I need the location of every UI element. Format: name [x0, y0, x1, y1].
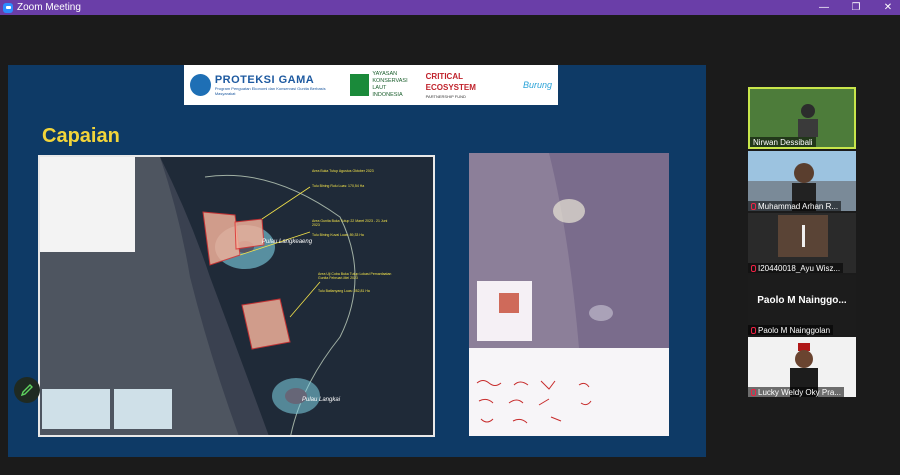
mic-muted-icon: [751, 264, 756, 272]
map-label-island1: Pulau Langkeaeng: [262, 239, 313, 245]
participant-tile[interactable]: Paolo M Nainggo... Paolo M Nainggolan: [748, 275, 856, 335]
slide-heading: Capaian: [42, 125, 120, 147]
participant-placeholder-name: Paolo M Nainggo...: [757, 295, 847, 306]
window-title: Zoom Meeting: [17, 2, 81, 13]
close-button[interactable]: ✕: [882, 2, 894, 14]
participant-tile[interactable]: Nirwan Dessibali: [748, 87, 856, 149]
signed-document-image: [469, 153, 669, 436]
map-drawing: [40, 157, 433, 435]
burung-logo: Burung: [522, 80, 552, 90]
mic-muted-icon: [751, 202, 756, 210]
participant-name: Nirwan Dessibali: [750, 137, 816, 147]
proteksi-gama-logo: PROTEKSI GAMA Program Penguatan Ekonomi …: [190, 74, 340, 96]
cepf-logo: CRITICAL ECOSYSTEM PARTNERSHIP FUND: [425, 71, 476, 99]
restore-button[interactable]: ❐: [850, 2, 862, 14]
map-callout-1: Area Buka Tutup Agustus Oktober 2023: [312, 169, 374, 173]
meeting-stage: PROTEKSI GAMA Program Penguatan Ekonomi …: [0, 15, 900, 475]
participant-gallery: Nirwan Dessibali Muhammad Arhan R... I20…: [748, 87, 860, 397]
map-callout-3b: Tulu Batlanyang Luas: 282,81 Ha: [318, 289, 370, 293]
minimize-button[interactable]: —: [818, 2, 830, 14]
participant-name: I20440018_Ayu Wisz...: [748, 263, 844, 273]
ykl-logo: YAYASAN KONSERVASI LAUT INDONESIA: [350, 71, 415, 99]
pencil-icon: [20, 384, 33, 397]
participant-name: Paolo M Nainggolan: [748, 325, 834, 335]
proteksi-logo-icon: [190, 74, 211, 96]
participant-tile[interactable]: I20440018_Ayu Wisz...: [748, 213, 856, 273]
map-callout-3: Area Uji Coba Buka Tutup Lokasi Pemanfaa…: [318, 272, 392, 280]
mic-muted-icon: [751, 388, 756, 396]
participant-name: Muhammad Arhan R...: [748, 201, 842, 211]
participant-tile[interactable]: Lucky Weldy Oky Pra...: [748, 337, 856, 397]
map-image: Pulau Langkeaeng Pulau Langkai Area Buka…: [38, 155, 435, 437]
logo-bar: PROTEKSI GAMA Program Penguatan Ekonomi …: [184, 65, 558, 105]
title-bar: Zoom Meeting — ❐ ✕: [0, 0, 900, 15]
map-callout-2b: Tulu Bining Kuvai Luas: 89,33 Ha: [312, 233, 364, 237]
mic-muted-icon: [751, 326, 756, 334]
shared-slide: PROTEKSI GAMA Program Penguatan Ekonomi …: [8, 65, 706, 457]
map-label-island2: Pulau Langkai: [302, 397, 341, 403]
annotate-pencil-button[interactable]: [14, 377, 40, 403]
window-controls: — ❐ ✕: [818, 0, 894, 15]
participant-tile[interactable]: Muhammad Arhan R...: [748, 151, 856, 211]
document-drawing: [469, 153, 669, 436]
ykl-logo-icon: [350, 74, 370, 96]
map-callout-2: Area Gunita Buka Tutup 22 Maret 2023 - 2…: [312, 219, 388, 227]
map-callout-1b: Tulu Bining Rulu Luas: 170,54 Ha: [312, 184, 365, 188]
zoom-app-icon: [3, 2, 13, 13]
participant-name: Lucky Weldy Oky Pra...: [748, 387, 844, 397]
